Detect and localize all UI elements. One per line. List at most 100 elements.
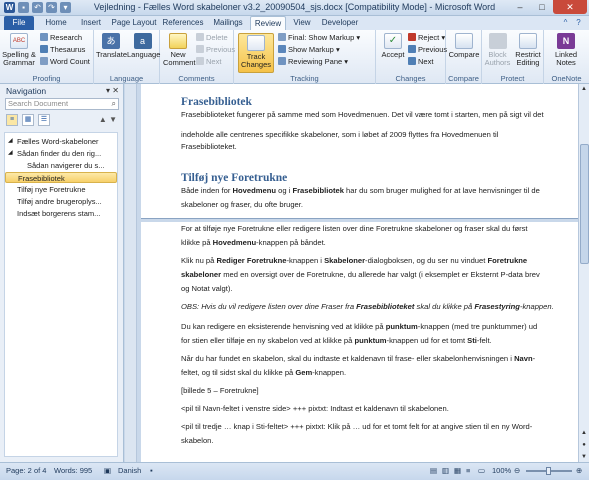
previous-heading-icon[interactable]: ▲ — [99, 115, 107, 124]
next-page-icon[interactable]: ▼ — [579, 452, 589, 462]
previous-page-icon[interactable]: ▲ — [579, 428, 589, 438]
word-count[interactable]: Words: 995 — [54, 463, 92, 479]
tab-references[interactable]: References — [160, 16, 206, 30]
tab-view[interactable]: View — [288, 16, 316, 30]
vertical-ruler — [125, 84, 137, 462]
next-change-button[interactable]: Next — [408, 57, 433, 67]
research-icon — [40, 33, 48, 41]
final-markup-dropdown[interactable]: Final: Show Markup ▾ — [278, 33, 360, 43]
tab-home[interactable]: Home — [40, 16, 72, 30]
tab-page-layout[interactable]: Page Layout — [110, 16, 158, 30]
text-run: -knappen på båndet. — [256, 238, 326, 247]
collapse-icon[interactable]: ◢ — [8, 148, 13, 159]
headings-view-icon[interactable]: ≡ — [6, 114, 18, 126]
group-changes: ✓ Accept Reject ▾ Previous Next Changes — [376, 30, 447, 84]
help-icon[interactable]: ? — [574, 18, 583, 27]
tab-review[interactable]: Review — [250, 16, 286, 30]
track-changes-label: Track Changes — [240, 52, 272, 69]
bold-run: Sti — [467, 336, 477, 345]
group-comments: New Comment Delete Previous Next Comment… — [160, 30, 235, 84]
translate-button[interactable]: あ Translate — [96, 33, 127, 59]
paragraph-du-kan-redigere-1: Du kan redigere en eksisterende henvisni… — [181, 320, 576, 334]
word-count-button[interactable]: Word Count — [40, 57, 90, 67]
text-run: - — [532, 354, 536, 363]
previous-change-button[interactable]: Previous — [408, 45, 447, 55]
thesaurus-button[interactable]: Thesaurus — [40, 45, 85, 55]
proofing-status-icon[interactable]: ▣ — [104, 463, 111, 479]
previous-comment-button[interactable]: Previous — [196, 45, 235, 55]
results-view-icon[interactable]: ☰ — [38, 114, 50, 126]
word-count-label: Word Count — [50, 57, 90, 66]
outline-view-icon[interactable]: ≡ — [466, 463, 470, 479]
document-page[interactable]: Frasebibliotek Frasebiblioteket fungerer… — [141, 84, 578, 462]
browse-object-icon[interactable]: ● — [579, 440, 589, 450]
macro-recording-icon[interactable]: ▪ — [150, 463, 153, 479]
collapse-icon[interactable]: ◢ — [8, 136, 13, 147]
minimize-button[interactable]: – — [509, 0, 531, 14]
tab-insert[interactable]: Insert — [74, 16, 108, 30]
nav-heading-saadan-finder[interactable]: ◢ Sådan finder du den rig... — [5, 148, 117, 159]
nav-heading-indsaet-borgerens[interactable]: Indsæt borgerens stam... — [5, 208, 117, 219]
scroll-up-icon[interactable]: ▲ — [579, 84, 589, 94]
close-button[interactable]: ✕ — [553, 0, 587, 14]
page-count[interactable]: Page: 2 of 4 — [6, 463, 46, 479]
minimize-ribbon-icon[interactable]: ^ — [561, 18, 570, 27]
full-screen-view-icon[interactable]: ▥ — [442, 463, 449, 479]
track-changes-button[interactable]: Track Changes — [238, 33, 274, 73]
accept-label: Accept — [381, 50, 405, 59]
group-proofing: ABC Spelling & Grammar Research Thesauru… — [0, 30, 94, 84]
navigation-pane: Navigation ▾ ✕ Search Document ⌕ ≡ ▦ ☰ ▲… — [0, 84, 124, 462]
group-tracking: Track Changes Final: Show Markup ▾ Show … — [234, 30, 376, 84]
language-status[interactable]: Danish — [118, 463, 141, 479]
nav-heading-tilfoej-andre[interactable]: Tilføj andre brugeroplys... — [5, 196, 117, 207]
linked-notes-button[interactable]: N Linked Notes — [548, 33, 584, 67]
pages-view-icon[interactable]: ▦ — [22, 114, 34, 126]
search-document-input[interactable]: Search Document ⌕ — [5, 98, 119, 110]
maximize-button[interactable]: □ — [531, 0, 553, 14]
nav-heading-frasebibliotek[interactable]: Frasebibliotek — [5, 172, 117, 183]
paragraph-pil-sti-2: skabelon. — [181, 436, 214, 445]
nav-heading-label: Tilføj nye Foretrukne — [17, 185, 86, 194]
search-icon[interactable]: ⌕ — [112, 99, 116, 109]
paragraph-klik-nu-3: og Notat valgt). — [181, 284, 233, 293]
tab-mailings[interactable]: Mailings — [208, 16, 248, 30]
scroll-thumb[interactable] — [580, 144, 589, 264]
reviewing-pane-dropdown[interactable]: Reviewing Pane ▾ — [278, 57, 348, 67]
zoom-level[interactable]: 100% — [492, 463, 511, 479]
research-button[interactable]: Research — [40, 33, 82, 43]
text-run: -knappen ud for et tomt — [386, 336, 468, 345]
block-authors-button[interactable]: Block Authors — [483, 33, 512, 67]
show-markup-dropdown[interactable]: Show Markup ▾ — [278, 45, 340, 55]
next-heading-icon[interactable]: ▼ — [109, 115, 117, 124]
restrict-editing-button[interactable]: Restrict Editing — [513, 33, 543, 67]
tab-developer[interactable]: Developer — [318, 16, 362, 30]
nav-heading-faelles-word-skabeloner[interactable]: ◢ Fælles Word-skabeloner — [5, 136, 117, 147]
nav-close-icon[interactable]: ✕ — [112, 86, 119, 95]
print-layout-view-icon[interactable]: ▤ — [430, 463, 437, 479]
group-onenote: N Linked Notes OneNote — [544, 30, 589, 84]
text-run: -knappen (med tre punktummer) ud — [417, 322, 538, 331]
nav-heading-saadan-navigerer[interactable]: Sådan navigerer du s... — [5, 160, 117, 171]
ribbon-options: ^ ? — [561, 18, 583, 27]
next-comment-button[interactable]: Next — [196, 57, 221, 67]
search-placeholder: Search Document — [8, 99, 69, 108]
zoom-slider-knob[interactable] — [546, 467, 551, 475]
zoom-in-icon[interactable]: ⊕ — [576, 463, 582, 479]
delete-comment-button[interactable]: Delete — [196, 33, 228, 43]
accept-button[interactable]: ✓ Accept — [379, 33, 407, 59]
compare-button[interactable]: Compare — [448, 33, 480, 59]
language-button[interactable]: a Language — [127, 33, 160, 59]
tab-file[interactable]: File — [4, 16, 34, 30]
reject-button[interactable]: Reject ▾ — [408, 33, 445, 43]
spelling-grammar-button[interactable]: ABC Spelling & Grammar — [2, 33, 36, 67]
navigation-title: Navigation — [6, 86, 47, 96]
draft-view-icon[interactable]: ▭ — [478, 463, 485, 479]
zoom-out-icon[interactable]: ⊖ — [514, 463, 520, 479]
new-comment-button[interactable]: New Comment — [163, 33, 196, 67]
nav-heading-tilfoej-nye-foretrukne[interactable]: Tilføj nye Foretrukne — [5, 184, 117, 195]
paragraph-billede-5: [billede 5 – Foretrukne] — [181, 386, 259, 395]
web-layout-view-icon[interactable]: ▦ — [454, 463, 461, 479]
bold-run: skabeloner — [181, 270, 222, 279]
vertical-scrollbar[interactable]: ▲ ▲ ● ▼ — [578, 84, 589, 462]
nav-options-icon[interactable]: ▾ — [106, 86, 110, 95]
